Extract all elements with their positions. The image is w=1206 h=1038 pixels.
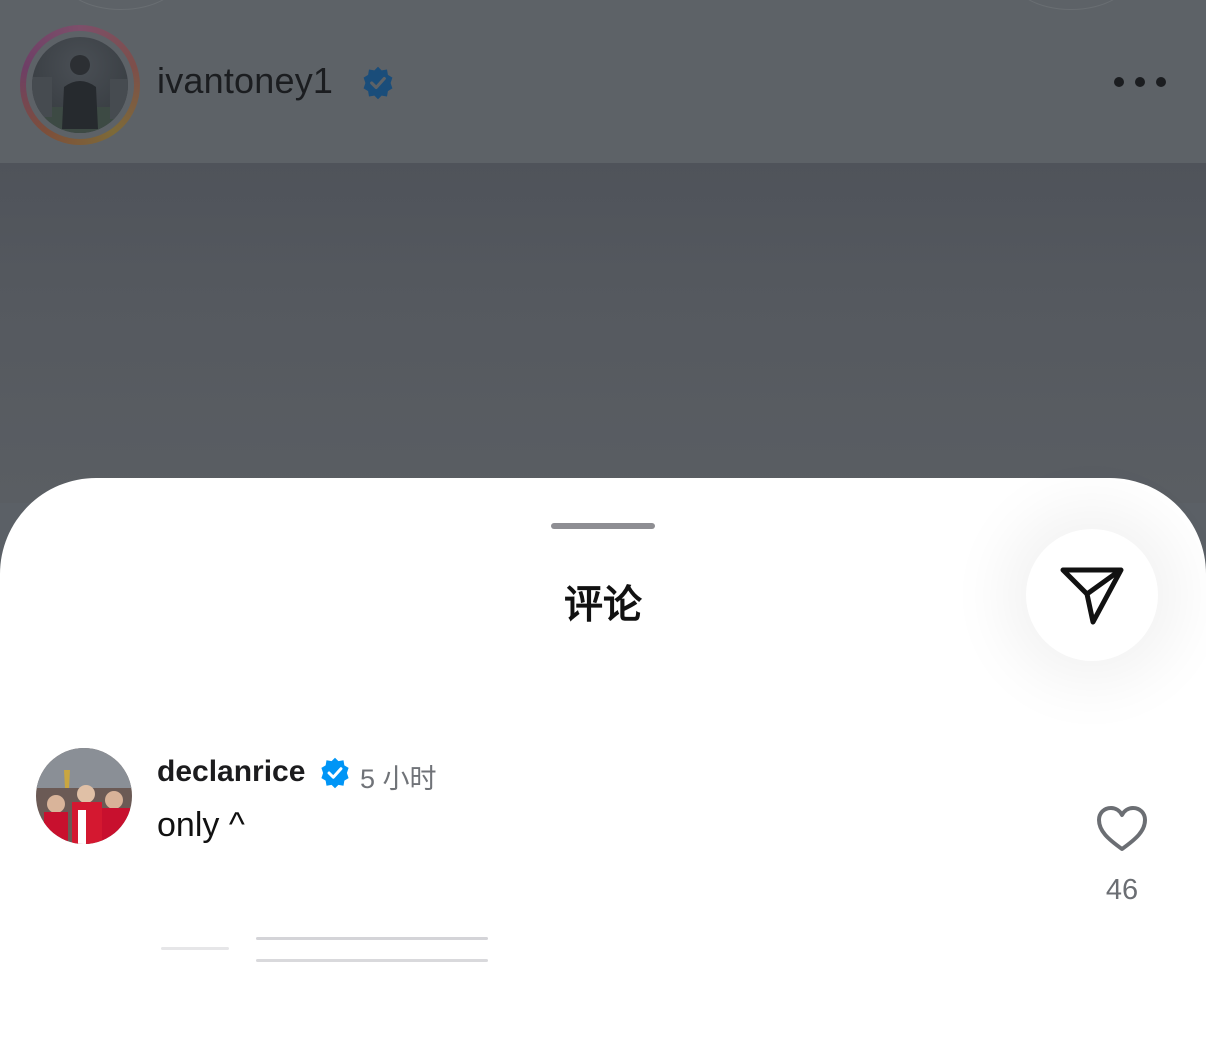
- reply-placeholder: [256, 959, 488, 962]
- comments-sheet: 评论 declanrice 5 小时 only ^ 46: [0, 478, 1206, 1038]
- sheet-grabber-handle[interactable]: [551, 523, 655, 529]
- story-ring-avatar[interactable]: [20, 25, 140, 145]
- share-send-icon: [1060, 567, 1124, 625]
- verified-badge-icon: [321, 757, 349, 789]
- verified-badge-icon: [363, 66, 393, 100]
- post-media: [0, 163, 1206, 503]
- comment-username[interactable]: declanrice: [157, 755, 305, 789]
- decorative-arc: [60, 0, 182, 10]
- post-avatar: [32, 37, 128, 133]
- post-username[interactable]: ivantoney1: [157, 60, 333, 102]
- share-button[interactable]: [1026, 529, 1158, 661]
- reply-placeholder: [256, 937, 488, 940]
- comment-avatar[interactable]: [36, 748, 132, 844]
- reply-divider: [161, 947, 229, 950]
- more-options-icon[interactable]: [1114, 72, 1166, 92]
- heart-outline-icon[interactable]: [1096, 805, 1148, 853]
- comment-timestamp: 5 小时: [360, 764, 437, 794]
- decorative-arc: [1010, 0, 1132, 10]
- like-count: 46: [1105, 874, 1139, 906]
- sheet-title: 评论: [563, 584, 642, 627]
- post-header: ivantoney1: [0, 0, 1206, 163]
- comment-text: only ^: [157, 806, 245, 844]
